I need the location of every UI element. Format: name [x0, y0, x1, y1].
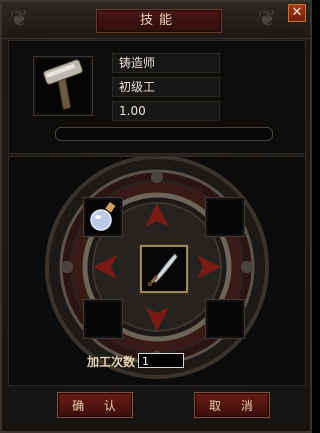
title-frame: 技能: [96, 9, 222, 33]
slot-top-right[interactable]: [205, 197, 245, 237]
sword-icon: [148, 253, 178, 286]
slot-bottom-left[interactable]: [83, 299, 123, 339]
cancel-button[interactable]: 取 消: [194, 392, 270, 418]
skill-value-field: 1.00: [112, 101, 220, 121]
window-title: 技能: [139, 13, 178, 28]
quantity-input[interactable]: 1: [138, 353, 184, 368]
title-bar[interactable]: ❦ 技能 ❦ ✕: [2, 2, 310, 39]
hammer-icon: [43, 59, 83, 110]
skill-window: ❦ 技能 ❦ ✕ 铸造师 初级工 1.00 加工次数 1 确 认 取 消: [0, 0, 312, 433]
right-ornament: ❦: [258, 7, 277, 32]
confirm-button[interactable]: 确 认: [57, 392, 133, 418]
skill-progress-bar: [55, 127, 273, 141]
skill-name-field: 铸造师: [112, 53, 220, 73]
skill-rank-field: 初级工: [112, 77, 220, 97]
center-craft-slot[interactable]: [140, 245, 188, 293]
slot-bottom-right[interactable]: [205, 299, 245, 339]
slot-top-left[interactable]: [83, 197, 123, 237]
skill-item-slot[interactable]: [33, 56, 93, 116]
skill-info-panel: 铸造师 初级工 1.00: [8, 40, 306, 154]
crafting-dial-area: 加工次数 1: [8, 156, 306, 386]
quantity-label: 加工次数: [87, 355, 136, 369]
left-ornament: ❦: [10, 7, 29, 32]
close-button[interactable]: ✕: [288, 4, 306, 22]
potion-flask-icon: [90, 202, 116, 231]
